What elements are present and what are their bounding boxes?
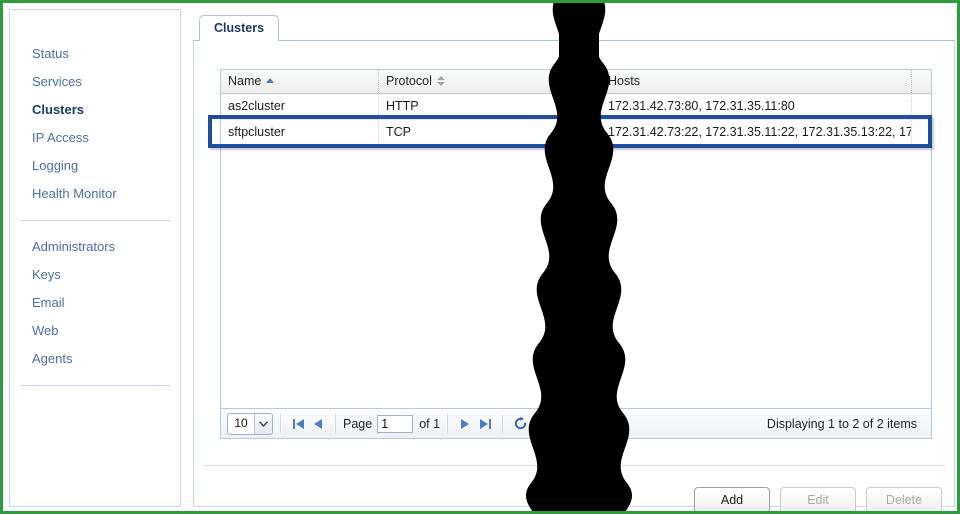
column-header-protocol-label: Protocol — [386, 74, 432, 88]
sidebar-navigation: Status Services Clusters IP Access Loggi… — [9, 9, 181, 507]
tab-panel-body: Name Protocol Hosts as2cluster HTTP 172.… — [193, 41, 955, 507]
sidebar-item-keys[interactable]: Keys — [10, 261, 180, 289]
tab-clusters[interactable]: Clusters — [199, 15, 279, 41]
sidebar-divider-top — [20, 220, 170, 221]
sort-ascending-icon — [266, 78, 274, 83]
column-header-hosts-label: Hosts — [608, 74, 640, 88]
grid-pagination-toolbar: 10 Page of 1 — [220, 409, 932, 439]
action-button-bar: Add Edit Delete — [694, 487, 942, 513]
application-window: Status Services Clusters IP Access Loggi… — [0, 0, 960, 514]
sidebar-item-health-monitor[interactable]: Health Monitor — [10, 180, 180, 208]
table-row[interactable]: sftpcluster TCP 172.31.42.73:22, 172.31.… — [221, 120, 931, 146]
sidebar-item-administrators[interactable]: Administrators — [10, 233, 180, 261]
sidebar-item-services[interactable]: Services — [10, 68, 180, 96]
column-header-name-label: Name — [228, 74, 261, 88]
pagination-status: Displaying 1 to 2 of 2 items — [767, 417, 925, 431]
cell-protocol: TCP — [379, 120, 601, 145]
pager-divider — [335, 415, 336, 433]
pager-divider — [502, 415, 503, 433]
pager-divider — [537, 415, 538, 433]
table-row[interactable]: as2cluster HTTP 172.31.42.73:80, 172.31.… — [221, 94, 931, 120]
sidebar-item-ip-access[interactable]: IP Access — [10, 124, 180, 152]
cell-gutter — [912, 94, 931, 119]
cell-name: sftpcluster — [221, 120, 379, 145]
sidebar-item-status[interactable]: Status — [10, 40, 180, 68]
sort-unsorted-icon — [437, 76, 445, 86]
page-total-label: of 1 — [419, 417, 440, 431]
sidebar-divider-bottom — [20, 385, 170, 386]
edit-button: Edit — [780, 487, 856, 513]
content-panel: Clusters Name Protocol Hosts — [193, 9, 955, 507]
sidebar-group-primary: Status Services Clusters IP Access Loggi… — [10, 40, 180, 208]
chevron-down-icon — [254, 414, 272, 434]
sidebar-top-spacer — [10, 10, 180, 40]
refresh-icon[interactable] — [510, 414, 530, 434]
page-number-input[interactable] — [377, 415, 413, 433]
search-icon[interactable] — [545, 414, 565, 434]
prev-page-icon[interactable] — [308, 414, 328, 434]
grid-header-row: Name Protocol Hosts — [221, 70, 931, 94]
sidebar-item-agents[interactable]: Agents — [10, 345, 180, 373]
delete-button: Delete — [866, 487, 942, 513]
column-header-protocol[interactable]: Protocol — [379, 70, 601, 93]
cell-hosts: 172.31.42.73:80, 172.31.35.11:80 — [601, 94, 912, 119]
sidebar-item-clusters[interactable]: Clusters — [10, 96, 180, 124]
sidebar-item-web[interactable]: Web — [10, 317, 180, 345]
page-size-value: 10 — [228, 414, 254, 434]
cell-gutter — [912, 120, 931, 145]
column-header-name[interactable]: Name — [221, 70, 379, 93]
first-page-icon[interactable] — [288, 414, 308, 434]
pager-divider — [280, 415, 281, 433]
sidebar-group-secondary: Administrators Keys Email Web Agents — [10, 233, 180, 373]
page-size-select[interactable]: 10 — [227, 413, 273, 435]
cell-hosts: 172.31.42.73:22, 172.31.35.11:22, 172.31… — [601, 120, 912, 145]
grid-scrollbar-gutter — [912, 70, 931, 93]
pager-divider — [447, 415, 448, 433]
button-bar-separator — [204, 465, 946, 466]
sidebar-item-email[interactable]: Email — [10, 289, 180, 317]
tab-strip: Clusters — [193, 15, 955, 41]
column-header-hosts[interactable]: Hosts — [601, 70, 912, 93]
cell-name: as2cluster — [221, 94, 379, 119]
last-page-icon[interactable] — [475, 414, 495, 434]
next-page-icon[interactable] — [455, 414, 475, 434]
add-button[interactable]: Add — [694, 487, 770, 513]
clusters-grid: Name Protocol Hosts as2cluster HTTP 172.… — [220, 69, 932, 409]
cell-protocol: HTTP — [379, 94, 601, 119]
sidebar-item-logging[interactable]: Logging — [10, 152, 180, 180]
page-label: Page — [343, 417, 372, 431]
